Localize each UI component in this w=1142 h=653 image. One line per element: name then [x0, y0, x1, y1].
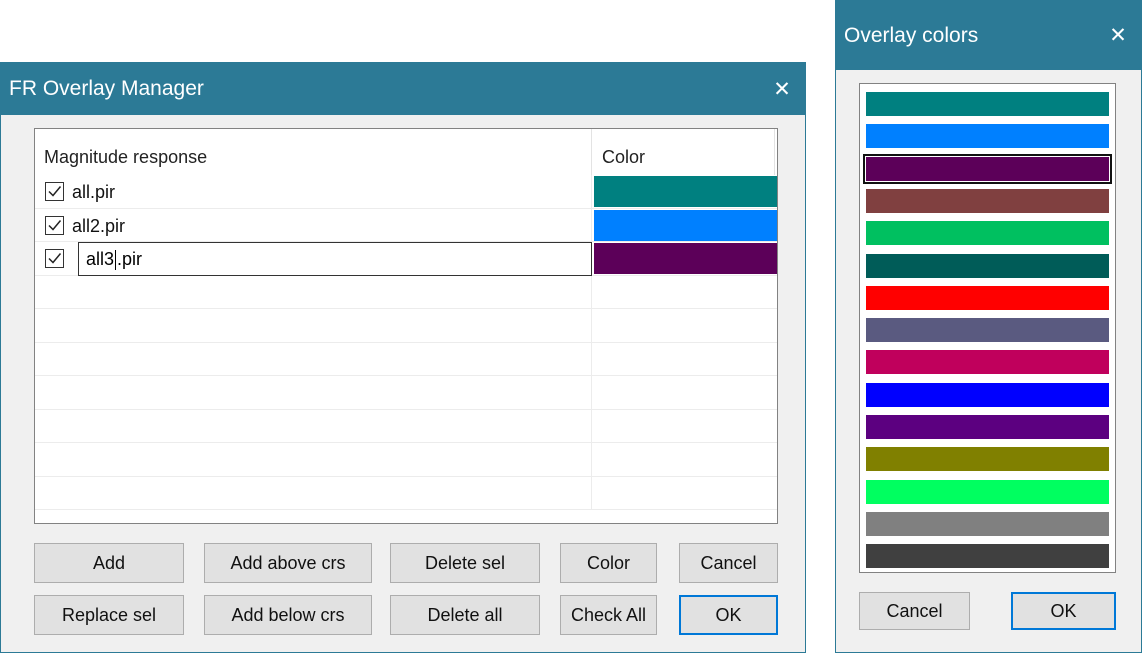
- row-checkbox[interactable]: [45, 182, 64, 201]
- color-swatch[interactable]: [866, 511, 1109, 536]
- color-button[interactable]: Color: [560, 543, 657, 583]
- list-item[interactable]: all.pir: [35, 175, 777, 209]
- text-caret: [115, 250, 117, 271]
- overlay-list[interactable]: Magnitude response Color all.pir all2.pir…: [34, 128, 778, 524]
- empty-row: [35, 409, 777, 443]
- replace-selected-button[interactable]: Replace sel: [34, 595, 184, 635]
- colors-ok-button[interactable]: OK: [1011, 592, 1116, 630]
- dialog-title: FR Overlay Manager: [9, 77, 204, 100]
- color-swatch[interactable]: [866, 285, 1109, 310]
- column-header-color[interactable]: Color: [602, 147, 645, 168]
- input-text: all3: [86, 249, 115, 269]
- color-swatch[interactable]: [866, 92, 1109, 116]
- row-color-swatch[interactable]: [594, 209, 777, 241]
- color-swatch[interactable]: [866, 447, 1109, 472]
- list-item[interactable]: all3 .pir: [35, 242, 777, 276]
- color-swatch[interactable]: [866, 350, 1109, 375]
- close-icon[interactable]: ✕: [759, 63, 805, 115]
- check-all-button[interactable]: Check All: [560, 595, 657, 635]
- overlay-colors-dialog: Overlay colors ✕ Cancel OK: [835, 0, 1142, 653]
- color-swatch[interactable]: [866, 124, 1109, 149]
- color-swatch[interactable]: [866, 221, 1109, 246]
- list-rows: all.pir all2.pir all3 .pir: [35, 175, 777, 510]
- delete-selected-button[interactable]: Delete sel: [390, 543, 540, 583]
- color-swatch[interactable]: [866, 479, 1109, 504]
- empty-row: [35, 342, 777, 376]
- empty-row: [35, 476, 777, 510]
- ok-button[interactable]: OK: [679, 595, 778, 635]
- row-name: all2.pir: [72, 215, 126, 236]
- title-bar: Overlay colors ✕: [836, 1, 1141, 70]
- row-color-swatch[interactable]: [594, 243, 777, 274]
- empty-row: [35, 443, 777, 477]
- empty-row: [35, 275, 777, 309]
- row-checkbox[interactable]: [45, 215, 64, 235]
- input-text: .pir: [117, 249, 143, 269]
- color-swatch[interactable]: [866, 544, 1109, 569]
- cancel-button[interactable]: Cancel: [679, 543, 778, 583]
- add-button[interactable]: Add: [34, 543, 184, 583]
- color-swatch[interactable]: [863, 153, 1112, 184]
- list-item[interactable]: all2.pir: [35, 208, 777, 242]
- row-color-swatch[interactable]: [594, 176, 777, 207]
- list-header: Magnitude response Color: [35, 129, 777, 175]
- dialog-title: Overlay colors: [844, 23, 979, 47]
- color-swatch[interactable]: [866, 253, 1109, 278]
- close-icon[interactable]: ✕: [1095, 1, 1141, 70]
- colors-cancel-button[interactable]: Cancel: [859, 592, 970, 630]
- color-swatch[interactable]: [866, 318, 1109, 343]
- color-swatch[interactable]: [866, 415, 1109, 439]
- color-palette: [859, 83, 1116, 573]
- empty-row: [35, 309, 777, 343]
- column-header-magnitude[interactable]: Magnitude response: [44, 147, 207, 168]
- color-swatch[interactable]: [866, 382, 1109, 407]
- fr-overlay-manager-dialog: FR Overlay Manager ✕ Magnitude response …: [0, 62, 806, 653]
- color-swatch[interactable]: [866, 188, 1109, 213]
- row-name: all.pir: [72, 182, 116, 202]
- add-above-cursor-button[interactable]: Add above crs: [204, 543, 372, 583]
- title-bar: FR Overlay Manager ✕: [1, 63, 805, 115]
- rename-input[interactable]: all3 .pir: [78, 242, 592, 276]
- add-below-cursor-button[interactable]: Add below crs: [204, 595, 372, 635]
- row-checkbox[interactable]: [45, 249, 64, 268]
- empty-row: [35, 376, 777, 410]
- delete-all-button[interactable]: Delete all: [390, 595, 540, 635]
